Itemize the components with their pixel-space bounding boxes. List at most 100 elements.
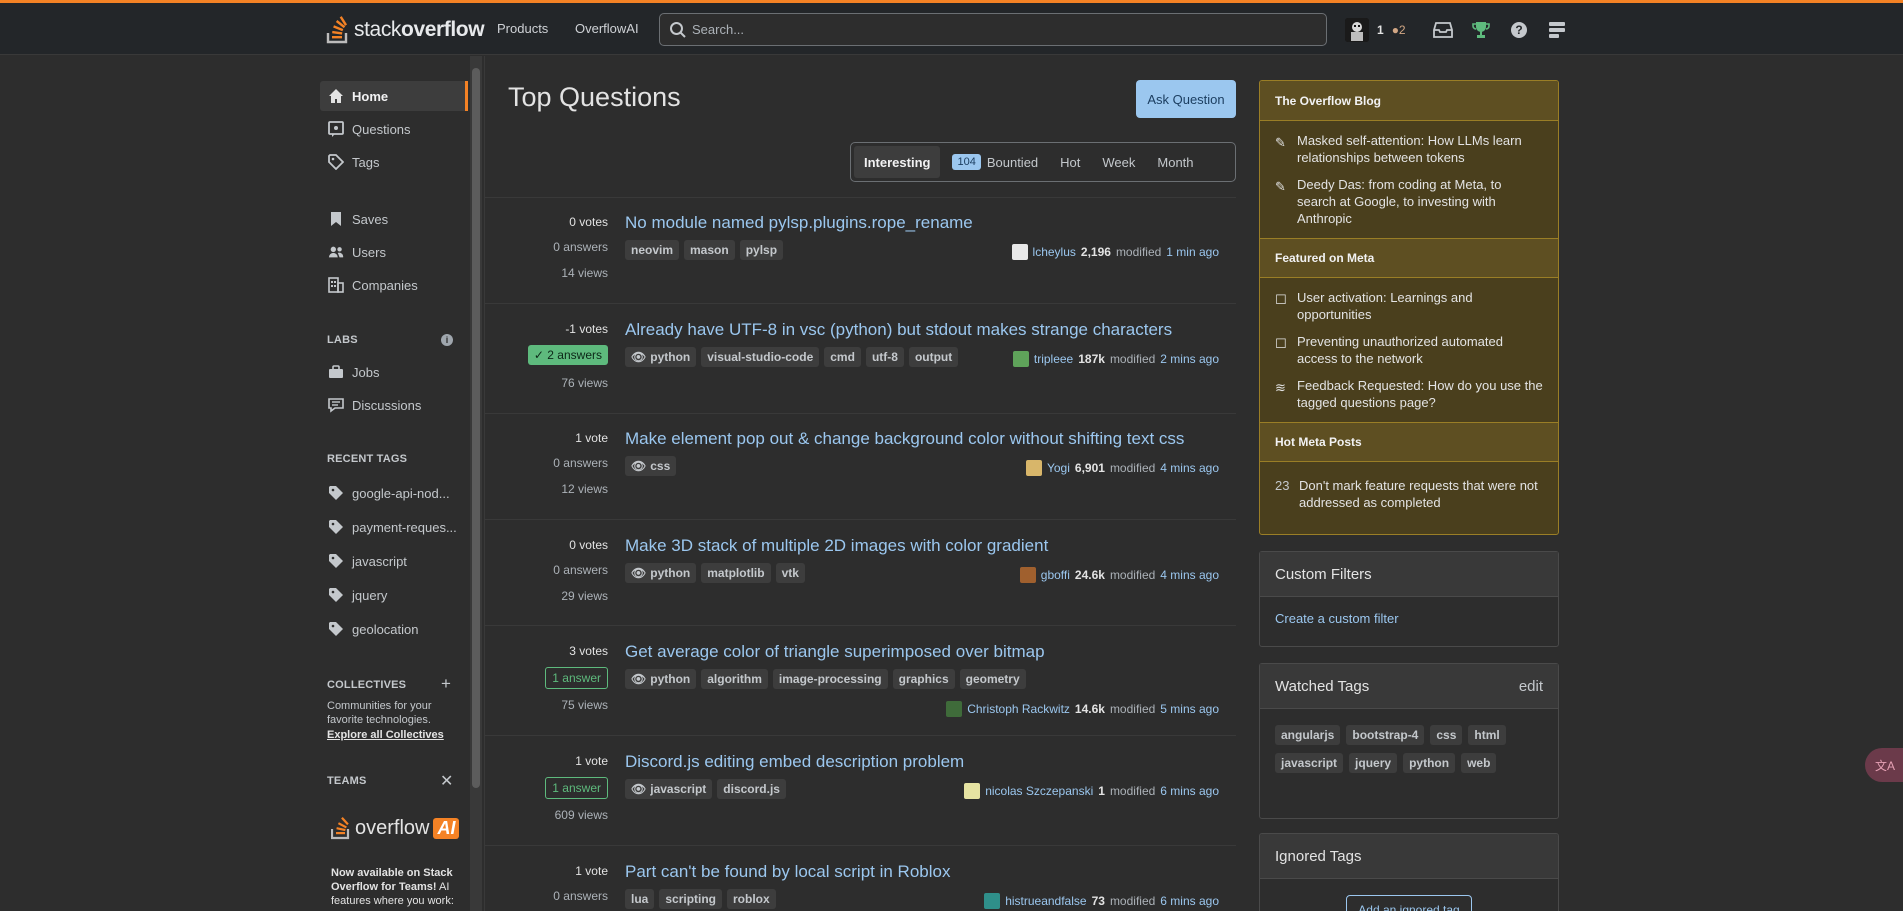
achievements-trophy-icon[interactable]: [1470, 19, 1492, 41]
question-tag[interactable]: 👁 python: [625, 347, 697, 367]
user-avatar[interactable]: [964, 783, 981, 799]
add-collective-icon[interactable]: +: [441, 674, 451, 694]
hot-meta-post-link[interactable]: 23 Don't mark feature requests that were …: [1260, 472, 1558, 516]
question-tag[interactable]: 👁 python: [625, 669, 697, 689]
watched-tag[interactable]: html: [1468, 725, 1506, 745]
question-tag[interactable]: output: [908, 347, 959, 367]
question-tag[interactable]: algorithm: [701, 669, 768, 689]
question-tag[interactable]: utf-8: [865, 347, 904, 367]
explore-collectives-link[interactable]: Explore all Collectives: [327, 729, 444, 741]
tab-interesting[interactable]: Interesting: [854, 146, 941, 178]
question-tag[interactable]: lua: [625, 889, 655, 909]
question-tag[interactable]: 👁 javascript: [625, 779, 713, 799]
watched-tag[interactable]: python: [1403, 753, 1456, 773]
activity-time-link[interactable]: 5 mins ago: [1160, 702, 1219, 716]
recent-tag-item[interactable]: javascript: [320, 546, 468, 576]
user-avatar[interactable]: [946, 701, 963, 717]
tab-week[interactable]: Week: [1092, 146, 1145, 178]
inbox-icon[interactable]: [1432, 19, 1454, 41]
question-tag[interactable]: vtk: [775, 563, 805, 583]
user-avatar[interactable]: [984, 893, 1001, 909]
question-title-link[interactable]: Make element pop out & change background…: [625, 429, 1184, 449]
sidebar-item-jobs[interactable]: Jobs: [320, 357, 468, 387]
ask-question-button[interactable]: Ask Question: [1136, 80, 1236, 118]
user-name-link[interactable]: lcheylus: [1033, 245, 1076, 259]
overflowai-link[interactable]: OverflowAI: [575, 21, 639, 36]
user-name-link[interactable]: Christoph Rackwitz: [967, 702, 1070, 716]
sidebar-item-tags[interactable]: Tags: [320, 147, 468, 177]
question-tag[interactable]: image-processing: [772, 669, 888, 689]
sidebar-item-saves[interactable]: Saves: [320, 204, 468, 234]
question-tag[interactable]: discord.js: [717, 779, 786, 799]
question-tag[interactable]: visual-studio-code: [701, 347, 820, 367]
sidebar-item-questions[interactable]: Questions: [320, 114, 468, 144]
question-tag[interactable]: roblox: [727, 889, 776, 909]
user-avatar[interactable]: [1011, 244, 1028, 260]
user-avatar[interactable]: [1025, 460, 1042, 476]
sidebar-item-home[interactable]: Home: [320, 81, 468, 111]
watched-tag[interactable]: angularjs: [1275, 725, 1341, 745]
recent-tag-item[interactable]: geolocation: [320, 614, 468, 644]
create-custom-filter-link[interactable]: Create a custom filter: [1260, 597, 1558, 640]
sidebar-item-companies[interactable]: Companies: [320, 270, 468, 300]
question-tag[interactable]: neovim: [625, 240, 680, 260]
question-title-link[interactable]: No module named pylsp.plugins.rope_renam…: [625, 213, 973, 233]
watched-tag[interactable]: web: [1461, 753, 1497, 773]
activity-time-link[interactable]: 4 mins ago: [1160, 461, 1219, 475]
question-tag[interactable]: mason: [684, 240, 735, 260]
user-name-link[interactable]: nicolas Szczepanski: [985, 784, 1093, 798]
edit-watched-tags-link[interactable]: edit: [1519, 678, 1543, 695]
help-icon[interactable]: ?: [1508, 19, 1530, 41]
recent-tag-item[interactable]: payment-reques...: [320, 512, 468, 542]
watched-tag[interactable]: jquery: [1349, 753, 1398, 773]
watched-tag[interactable]: css: [1430, 725, 1463, 745]
watched-tag[interactable]: bootstrap-4: [1346, 725, 1425, 745]
close-teams-icon[interactable]: ✕: [440, 771, 453, 791]
activity-time-link[interactable]: 6 mins ago: [1160, 894, 1219, 908]
activity-time-link[interactable]: 4 mins ago: [1160, 568, 1219, 582]
user-name-link[interactable]: tripleee: [1034, 352, 1073, 366]
products-link[interactable]: Products: [497, 21, 548, 36]
question-title-link[interactable]: Make 3D stack of multiple 2D images with…: [625, 536, 1048, 556]
user-name-link[interactable]: histrueandfalse: [1005, 894, 1086, 908]
sidebar-item-discussions[interactable]: Discussions: [320, 390, 468, 420]
blog-post-link[interactable]: ✎ Deedy Das: from coding at Meta, to sear…: [1260, 171, 1558, 232]
user-avatar[interactable]: [1345, 18, 1369, 42]
translate-icon[interactable]: 文A: [1865, 748, 1903, 782]
activity-time-link[interactable]: 6 mins ago: [1160, 784, 1219, 798]
watched-tag[interactable]: javascript: [1275, 753, 1344, 773]
labs-info-icon[interactable]: i: [441, 334, 453, 346]
question-title-link[interactable]: Already have UTF-8 in vsc (python) but s…: [625, 320, 1172, 340]
question-tag[interactable]: pylsp: [739, 240, 784, 260]
user-name-link[interactable]: Yogi: [1047, 461, 1070, 475]
recent-tag-item[interactable]: google-api-nod...: [320, 478, 468, 508]
question-tag[interactable]: cmd: [824, 347, 861, 367]
site-switcher-icon[interactable]: [1546, 19, 1568, 41]
stackoverflow-logo[interactable]: stackoverflow: [326, 15, 485, 45]
question-tag[interactable]: 👁 python: [625, 563, 697, 583]
sidebar-item-users[interactable]: Users: [320, 237, 468, 267]
user-name-link[interactable]: gboffi: [1041, 568, 1070, 582]
tab-month[interactable]: Month: [1147, 146, 1203, 178]
question-tag[interactable]: scripting: [659, 889, 723, 909]
blog-post-link[interactable]: ✎ Masked self-attention: How LLMs learn r…: [1260, 127, 1558, 171]
search-input[interactable]: Search...: [659, 13, 1327, 46]
question-tag[interactable]: geometry: [959, 669, 1026, 689]
meta-post-link[interactable]: ☐ User activation: Learnings and opportun…: [1260, 284, 1558, 328]
sidebar-scrollbar-thumb[interactable]: [472, 68, 480, 788]
user-avatar[interactable]: [1019, 567, 1036, 583]
tab-bountied[interactable]: 104 Bountied: [942, 146, 1048, 178]
question-title-link[interactable]: Discord.js editing embed description pro…: [625, 752, 964, 772]
add-ignored-tag-button[interactable]: Add an ignored tag: [1346, 895, 1472, 911]
tab-hot[interactable]: Hot: [1050, 146, 1090, 178]
question-title-link[interactable]: Part can't be found by local script in R…: [625, 862, 950, 882]
question-title-link[interactable]: Get average color of triangle superimpos…: [625, 642, 1045, 662]
activity-time-link[interactable]: 2 mins ago: [1160, 352, 1219, 366]
question-tag[interactable]: matplotlib: [701, 563, 771, 583]
user-avatar[interactable]: [1012, 351, 1029, 367]
question-tag[interactable]: graphics: [892, 669, 955, 689]
recent-tag-item[interactable]: jquery: [320, 580, 468, 610]
activity-time-link[interactable]: 1 min ago: [1166, 245, 1219, 259]
meta-post-link[interactable]: ≋ Feedback Requested: How do you use the …: [1260, 372, 1558, 416]
question-tag[interactable]: 👁 css: [625, 456, 677, 476]
